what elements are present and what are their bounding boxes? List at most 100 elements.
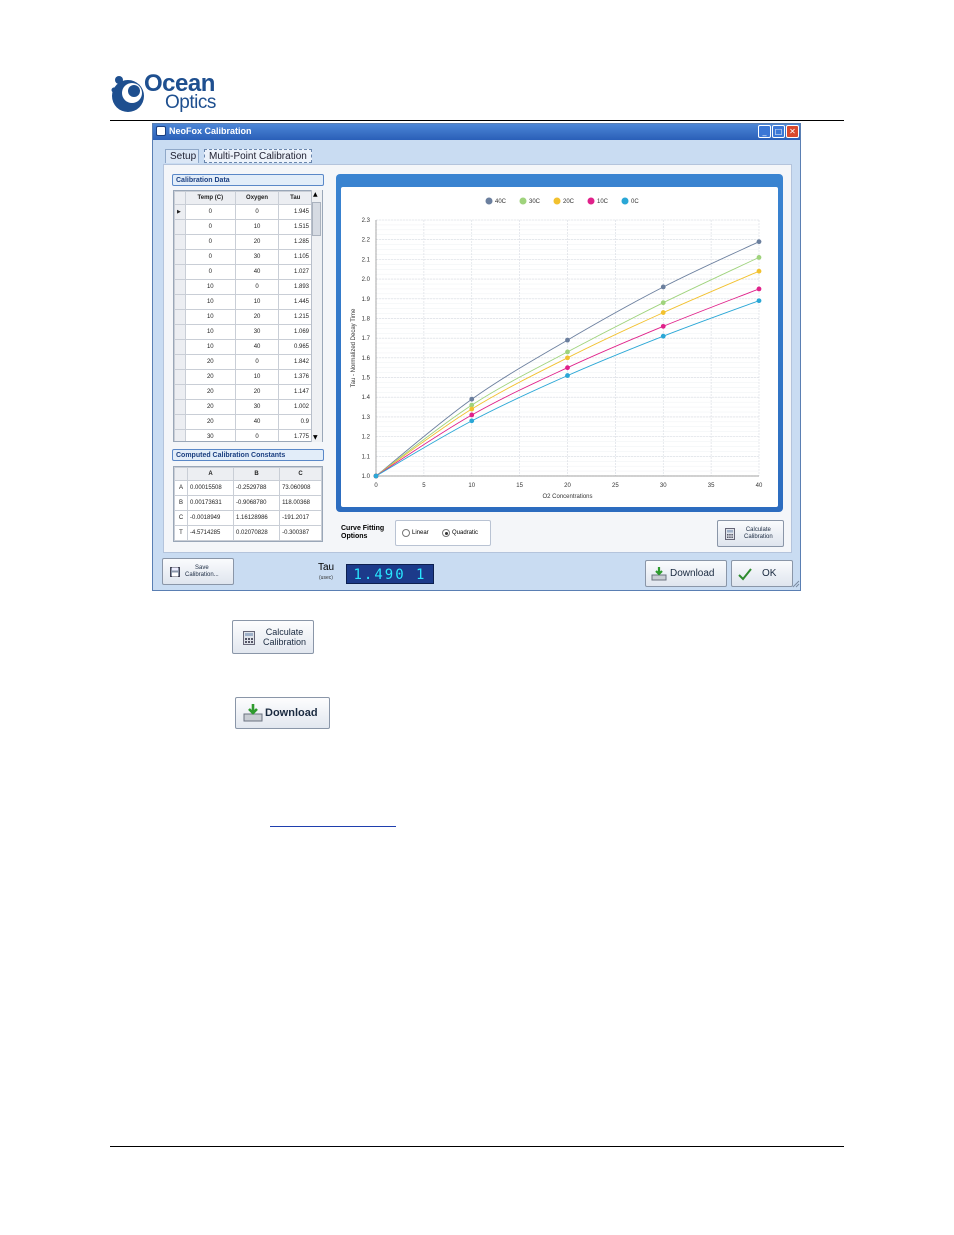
table-cell[interactable]: 0 (185, 204, 236, 220)
table-cell[interactable]: 10 (185, 339, 236, 355)
table-cell[interactable]: 10 (234, 369, 280, 385)
table-cell[interactable]: 0 (185, 219, 236, 235)
table-cell[interactable]: 0 (234, 279, 280, 295)
table-cell[interactable]: 0.9 (278, 414, 312, 430)
calibration-data-table[interactable]: Temp (C) Oxygen Tau ▶ 0 0 1.945 0 10 1.515 0 20 1… (173, 190, 323, 442)
table-cell[interactable]: 30 (234, 399, 280, 415)
table-cell[interactable]: 1.775 (278, 429, 312, 441)
radio-linear-circle-icon[interactable] (402, 529, 410, 537)
table-cell[interactable]: 1.445 (278, 294, 312, 310)
title-bar[interactable]: NeoFox Calibration _ □ ✕ (153, 124, 800, 140)
table-cell[interactable]: 0 (185, 264, 236, 280)
scrollbar-thumb[interactable] (312, 202, 321, 236)
tab-multi-point-calibration[interactable]: Multi-Point Calibration (204, 149, 312, 163)
table-cell[interactable]: 1.147 (278, 384, 312, 400)
calculate-calibration-button-large[interactable]: Calculate Calibration (232, 620, 314, 654)
table-cell[interactable]: 20 (185, 399, 236, 415)
table-row[interactable]: 10 10 1.445 (174, 294, 312, 310)
table-row[interactable]: 0 20 1.285 (174, 234, 312, 250)
table-row[interactable]: 0 10 1.515 (174, 219, 312, 235)
table-cell[interactable]: 0 (185, 234, 236, 250)
table-row[interactable]: 30 0 1.775 (174, 429, 312, 441)
table-cell[interactable]: 30 (234, 324, 280, 340)
table-cell[interactable]: 1.105 (278, 249, 312, 265)
table-row[interactable]: 0 30 1.105 (174, 249, 312, 265)
column-header-temp[interactable]: Temp (C) (185, 191, 236, 205)
row-header[interactable] (174, 399, 186, 415)
tab-setup[interactable]: Setup (165, 149, 199, 163)
table-cell[interactable]: 1.069 (278, 324, 312, 340)
table-cell[interactable]: 0 (234, 429, 280, 441)
row-header[interactable] (174, 429, 186, 441)
maximize-button[interactable]: □ (772, 125, 785, 138)
table-cell[interactable]: 10 (185, 294, 236, 310)
row-header[interactable] (174, 414, 186, 430)
table-cell[interactable]: 20 (234, 384, 280, 400)
table-cell[interactable]: 30 (234, 249, 280, 265)
row-header[interactable] (174, 354, 186, 370)
save-calibration-button[interactable]: Save Calibration... (162, 558, 234, 585)
table-cell[interactable]: 20 (234, 309, 280, 325)
scroll-down-arrow-icon[interactable]: ▼ (313, 434, 318, 441)
calculate-calibration-button[interactable]: Calculate Calibration (717, 520, 784, 547)
radio-quadratic[interactable]: Quadratic (442, 529, 478, 537)
row-header[interactable] (174, 249, 186, 265)
table-cell[interactable]: 40 (234, 414, 280, 430)
table-cell[interactable]: 1.893 (278, 279, 312, 295)
ok-button[interactable]: OK (731, 560, 793, 587)
radio-quadratic-circle-icon[interactable] (442, 529, 450, 537)
table-row[interactable]: 20 10 1.376 (174, 369, 312, 385)
row-header[interactable] (174, 234, 186, 250)
table-cell[interactable]: 0 (185, 249, 236, 265)
row-header[interactable] (174, 264, 186, 280)
table-row[interactable]: 20 30 1.002 (174, 399, 312, 415)
table-cell[interactable]: 40 (234, 264, 280, 280)
row-header[interactable] (174, 339, 186, 355)
table-row[interactable]: 10 20 1.215 (174, 309, 312, 325)
table-cell[interactable]: 40 (234, 339, 280, 355)
download-button[interactable]: Download (645, 560, 727, 587)
radio-linear[interactable]: Linear (402, 529, 429, 537)
table-cell[interactable]: 0 (234, 204, 280, 220)
row-header[interactable] (174, 309, 186, 325)
download-button-large[interactable]: Download (235, 697, 330, 729)
table-cell[interactable]: 1.842 (278, 354, 312, 370)
resize-grip-icon[interactable] (792, 580, 800, 588)
table-cell[interactable]: 20 (185, 384, 236, 400)
row-header[interactable]: ▶ (174, 204, 186, 220)
table-cell[interactable]: 1.215 (278, 309, 312, 325)
table-cell[interactable]: 20 (185, 414, 236, 430)
table-row[interactable]: ▶ 0 0 1.945 (174, 204, 312, 220)
table-cell[interactable]: 20 (185, 354, 236, 370)
scroll-up-arrow-icon[interactable]: ▲ (313, 191, 318, 198)
column-header-oxygen[interactable]: Oxygen (234, 191, 280, 205)
table-row[interactable]: 10 40 0.965 (174, 339, 312, 355)
column-header-tau[interactable]: Tau (278, 191, 312, 205)
row-header[interactable] (174, 384, 186, 400)
table-row[interactable]: 10 0 1.893 (174, 279, 312, 295)
table-cell[interactable]: 1.945 (278, 204, 312, 220)
row-header[interactable] (174, 294, 186, 310)
row-header[interactable] (174, 369, 186, 385)
table-row[interactable]: 20 20 1.147 (174, 384, 312, 400)
table-cell[interactable]: 10 (234, 294, 280, 310)
row-header[interactable] (174, 219, 186, 235)
row-header[interactable] (174, 324, 186, 340)
table-cell[interactable]: 10 (185, 309, 236, 325)
table-row[interactable]: 20 40 0.9 (174, 414, 312, 430)
hyperlink-underline[interactable] (270, 826, 396, 827)
table-cell[interactable]: 10 (234, 219, 280, 235)
table-row[interactable]: 10 30 1.069 (174, 324, 312, 340)
close-button[interactable]: ✕ (786, 125, 799, 138)
table-cell[interactable]: 0.965 (278, 339, 312, 355)
table-cell[interactable]: 1.285 (278, 234, 312, 250)
table-row[interactable]: 0 40 1.027 (174, 264, 312, 280)
table-cell[interactable]: 10 (185, 279, 236, 295)
table-cell[interactable]: 1.002 (278, 399, 312, 415)
table-cell[interactable]: 30 (185, 429, 236, 441)
table-cell[interactable]: 20 (234, 234, 280, 250)
minimize-button[interactable]: _ (758, 125, 771, 138)
table-cell[interactable]: 20 (185, 369, 236, 385)
table-cell[interactable]: 0 (234, 354, 280, 370)
row-header[interactable] (174, 279, 186, 295)
